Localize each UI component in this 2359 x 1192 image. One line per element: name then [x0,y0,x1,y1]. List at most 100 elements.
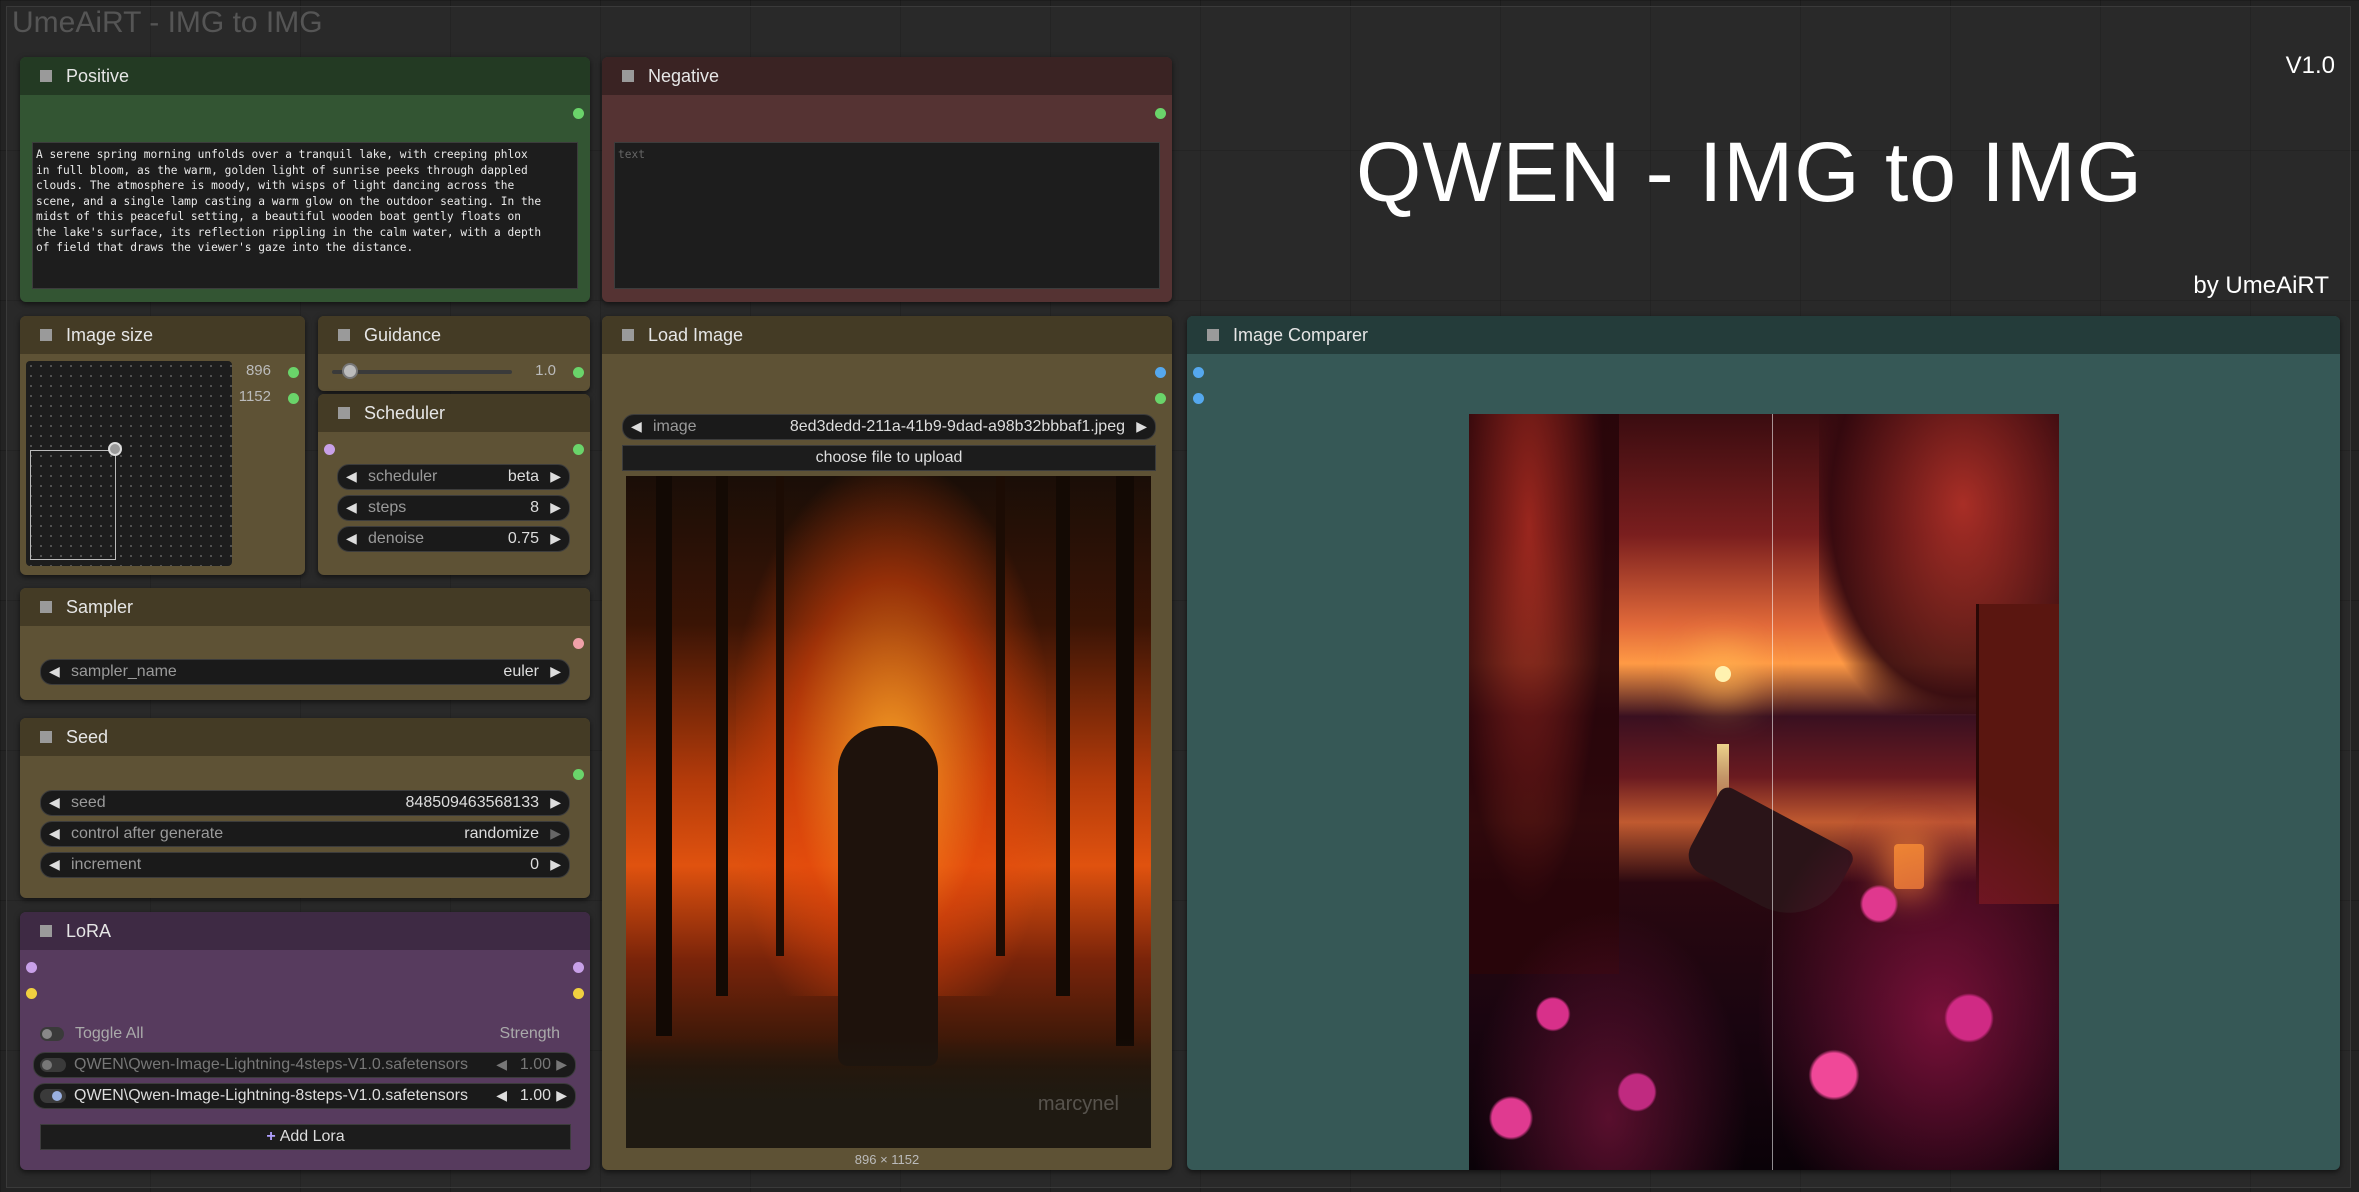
collapse-toggle[interactable] [1207,329,1219,341]
seed-widget[interactable]: ◀ seed 848509463568133 ▶ [40,790,570,816]
arrow-left-icon[interactable]: ◀ [49,663,60,680]
arrow-right-icon[interactable]: ▶ [550,825,561,842]
image-size-node[interactable]: Image size 896 1152 [20,316,305,575]
lora-row-1[interactable]: QWEN\Qwen-Image-Lightning-4steps-V1.0.sa… [33,1052,576,1078]
image-b-input-slot[interactable] [1193,393,1204,404]
positive-prompt-textarea[interactable]: A serene spring morning unfolds over a t… [32,142,578,289]
positive-node[interactable]: Positive A serene spring morning unfolds… [20,57,590,302]
lora-strength[interactable]: 1.00 [520,1087,551,1105]
model-output-slot[interactable] [573,962,584,973]
model-input-slot[interactable] [26,962,37,973]
collapse-toggle[interactable] [40,329,52,341]
arrow-left-icon[interactable]: ◀ [631,418,642,435]
image-a-input-slot[interactable] [1193,367,1204,378]
collapse-toggle[interactable] [338,407,350,419]
lora-toggle-switch[interactable] [40,1089,66,1103]
lora-name: QWEN\Qwen-Image-Lightning-4steps-V1.0.sa… [74,1056,468,1073]
clip-output-slot[interactable] [573,988,584,999]
watermark-text: marcynel [1037,1093,1119,1115]
plus-icon: + [266,1128,276,1145]
lora-name: QWEN\Qwen-Image-Lightning-8steps-V1.0.sa… [74,1087,468,1104]
arrow-right-icon[interactable]: ▶ [556,1087,567,1104]
size-rect [30,450,116,560]
negative-prompt-textarea[interactable]: text [614,142,1160,289]
size-picker-canvas[interactable] [26,361,232,566]
node-title: Negative [648,65,720,86]
guidance-slider-track[interactable] [332,370,512,374]
control-after-generate-widget[interactable]: ◀ control after generate randomize ▶ [40,821,570,847]
upload-button[interactable]: choose file to upload [622,445,1156,471]
arrow-right-icon[interactable]: ▶ [550,856,561,873]
arrow-left-icon[interactable]: ◀ [49,856,60,873]
arrow-left-icon[interactable]: ◀ [346,499,357,516]
node-title: Image Comparer [1233,324,1369,345]
guidance-value: 1.0 [535,362,556,379]
width-output-slot[interactable] [288,367,299,378]
collapse-toggle[interactable] [622,329,634,341]
arrow-right-icon[interactable]: ▶ [550,663,561,680]
denoise-widget[interactable]: ◀ denoise 0.75 ▶ [337,526,570,552]
collapse-toggle[interactable] [40,731,52,743]
node-title: Image size [66,324,154,345]
comparison-image[interactable] [1469,414,2059,1170]
sampler-name-widget[interactable]: ◀ sampler_name euler ▶ [40,659,570,685]
group-title: UmeAiRT - IMG to IMG [12,6,323,39]
arrow-right-icon[interactable]: ▶ [550,499,561,516]
image-comparer-node[interactable]: Image Comparer [1187,316,2340,1170]
arrow-left-icon[interactable]: ◀ [346,468,357,485]
size-handle[interactable] [108,442,122,456]
node-title: Scheduler [364,402,446,423]
arrow-left-icon[interactable]: ◀ [49,825,60,842]
height-output-slot[interactable] [288,393,299,404]
node-title: LoRA [66,920,112,941]
mask-output-slot[interactable] [1155,393,1166,404]
collapse-toggle[interactable] [40,70,52,82]
version-label: V1.0 [2285,52,2335,79]
image-select-widget[interactable]: ◀ image 8ed3dedd-211a-41b9-9dad-a98b32bbba… [622,414,1156,440]
arrow-right-icon[interactable]: ▶ [550,468,561,485]
add-lora-button[interactable]: + Add Lora [40,1124,571,1150]
image-output-slot[interactable] [1155,367,1166,378]
load-image-node[interactable]: Load Image ◀ image 8ed3dedd-211a-41b9-9dad… [602,316,1172,1170]
arrow-right-icon[interactable]: ▶ [1136,418,1147,435]
output-slot[interactable] [1155,108,1166,119]
arrow-right-icon[interactable]: ▶ [556,1056,567,1073]
output-slot[interactable] [573,367,584,378]
collapse-toggle[interactable] [40,925,52,937]
output-slot[interactable] [573,444,584,455]
arrow-left-icon[interactable]: ◀ [496,1056,507,1073]
negative-node[interactable]: Negative text [602,57,1172,302]
guidance-node[interactable]: Guidance 1.0 [318,316,590,391]
flowers-right [1759,790,2059,1170]
node-title: Positive [66,65,130,86]
lora-node[interactable]: LoRA Toggle All Strength QWEN\Qwen-Image… [20,912,590,1170]
output-slot[interactable] [573,769,584,780]
clip-input-slot[interactable] [26,988,37,999]
collapse-toggle[interactable] [40,601,52,613]
scheduler-widget[interactable]: ◀ scheduler beta ▶ [337,464,570,490]
compare-divider[interactable] [1772,414,1773,1170]
collapse-toggle[interactable] [338,329,350,341]
steps-widget[interactable]: ◀ steps 8 ▶ [337,495,570,521]
arrow-right-icon[interactable]: ▶ [550,530,561,547]
lora-row-2[interactable]: QWEN\Qwen-Image-Lightning-8steps-V1.0.sa… [33,1083,576,1109]
sampler-node[interactable]: Sampler ◀ sampler_name euler ▶ [20,588,590,700]
output-slot[interactable] [573,108,584,119]
arrow-right-icon[interactable]: ▶ [550,794,561,811]
seed-node[interactable]: Seed ◀ seed 848509463568133 ▶ ◀ control afte… [20,718,590,898]
input-slot[interactable] [324,444,335,455]
lora-toggle-switch[interactable] [40,1058,66,1072]
strength-header: Strength [499,1025,560,1042]
arrow-left-icon[interactable]: ◀ [346,530,357,547]
guidance-slider-knob[interactable] [342,363,358,379]
lora-strength[interactable]: 1.00 [520,1056,551,1074]
increment-widget[interactable]: ◀ increment 0 ▶ [40,852,570,878]
arrow-left-icon[interactable]: ◀ [49,794,60,811]
tree-left [1469,414,1619,974]
collapse-toggle[interactable] [622,70,634,82]
output-slot[interactable] [573,638,584,649]
tree-trunk [996,476,1005,956]
arrow-left-icon[interactable]: ◀ [496,1087,507,1104]
toggle-all-switch[interactable] [40,1027,64,1041]
scheduler-node[interactable]: Scheduler ◀ scheduler beta ▶ ◀ steps 8 ▶ ◀ deno… [318,394,590,575]
